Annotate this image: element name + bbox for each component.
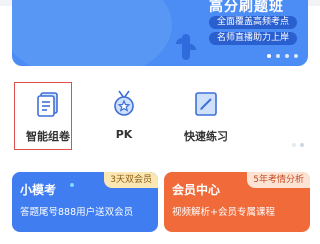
action-quick-practice-label: 快速练习 bbox=[184, 130, 228, 143]
pagination-dot[interactable] bbox=[267, 54, 271, 58]
pagination-dot[interactable] bbox=[294, 54, 298, 58]
banner-decoration bbox=[12, 0, 172, 66]
mock-exam-tag: 3天双会员 bbox=[104, 172, 158, 188]
plant-illustration bbox=[176, 34, 196, 60]
pagination-dot[interactable] bbox=[285, 54, 289, 58]
banner-headline: 高分刷题班 bbox=[209, 0, 284, 15]
pagination-dot[interactable] bbox=[276, 54, 280, 58]
badge-dot bbox=[70, 183, 74, 187]
pagination-dot[interactable] bbox=[300, 143, 304, 147]
member-center-subtitle: 视频解析+会员专属课程 bbox=[172, 207, 275, 218]
highlight-box bbox=[14, 82, 72, 150]
banner-pill-1: 全面覆盖高频考点 bbox=[209, 16, 298, 29]
mock-exam-title: 小模考 bbox=[20, 183, 57, 197]
action-quick-practice[interactable]: 快速练习 bbox=[158, 76, 254, 154]
banner-pill-2: 名师直播助力上岸 bbox=[209, 32, 298, 45]
pagination-dot[interactable] bbox=[292, 143, 296, 147]
actions-pagination[interactable] bbox=[292, 143, 304, 147]
member-center-title: 会员中心 bbox=[172, 183, 221, 197]
promo-banner[interactable]: 高分刷题班 全面覆盖高频考点 名师直播助力上岸 bbox=[12, 0, 308, 66]
mock-exam-subtitle: 答题尾号888用户送双会员 bbox=[20, 207, 134, 218]
member-center-card[interactable]: 会员中心 5年考情分析 视频解析+会员专属课程 bbox=[164, 172, 310, 232]
medal-star-icon bbox=[114, 90, 134, 116]
member-center-tag: 5年考情分析 bbox=[247, 172, 310, 188]
banner-pagination[interactable] bbox=[267, 54, 298, 58]
quick-practice-icon bbox=[195, 92, 217, 116]
mock-exam-card[interactable]: 小模考 3天双会员 答题尾号888用户送双会员 bbox=[12, 172, 158, 232]
